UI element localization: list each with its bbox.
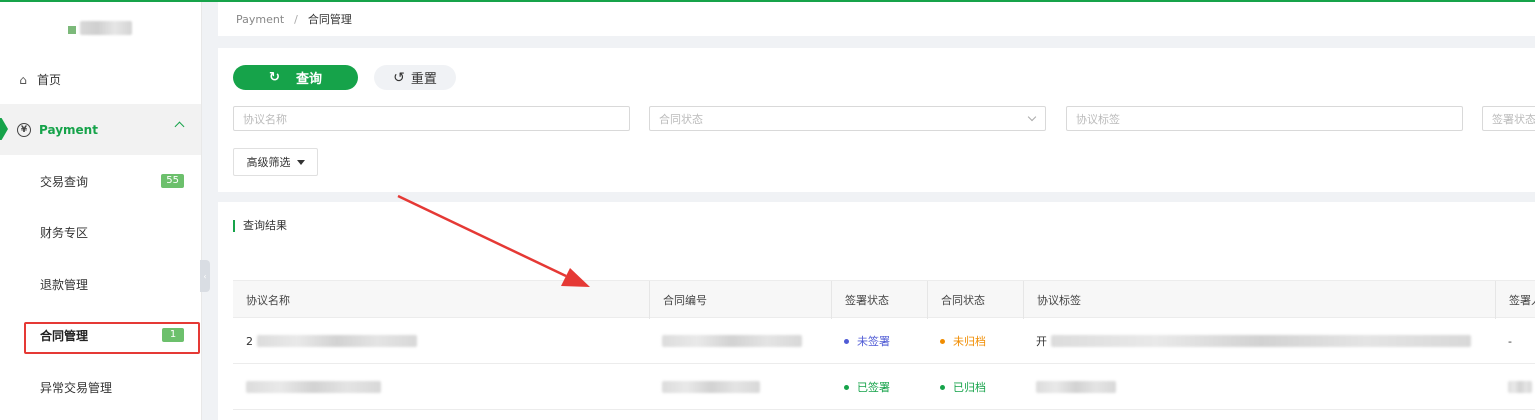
redacted-text xyxy=(662,381,760,393)
status-text: 未签署 xyxy=(857,335,890,348)
caret-down-icon xyxy=(296,159,305,165)
sidebar-item-label: 财务专区 xyxy=(40,226,89,240)
agreement-name-input[interactable]: 协议名称 xyxy=(233,106,630,131)
placeholder: 协议标签 xyxy=(1076,112,1120,126)
app-logo xyxy=(68,19,132,37)
cell-text: 2 xyxy=(246,334,253,348)
sidebar-collapse-handle[interactable]: ‹ xyxy=(200,260,210,292)
cell-contract-number xyxy=(649,318,831,364)
cell-sign-status: 已签署 xyxy=(831,364,927,410)
table-header: 协议名称 合同编号 签署状态 合同状态 协议标签 签署人 xyxy=(233,280,1535,319)
count-badge: 55 xyxy=(161,174,184,188)
column-header[interactable]: 协议标签 xyxy=(1023,281,1495,319)
column-header[interactable]: 签署人 xyxy=(1495,281,1535,319)
sidebar-item-label: 合同管理 xyxy=(40,329,89,343)
column-header[interactable]: 协议名称 xyxy=(233,281,649,319)
cell-agreement-tag: 开 xyxy=(1023,318,1495,364)
cell-contract-status: 已归档 xyxy=(927,364,1023,410)
cell-agreement-name: 2 xyxy=(233,318,649,364)
sidebar-item-abnormal-transactions[interactable]: 异常交易管理 xyxy=(0,362,201,413)
cell-agreement-name xyxy=(233,364,649,410)
redacted-text xyxy=(257,335,417,347)
table-row[interactable]: 已签署 已归档 xyxy=(233,364,1535,410)
results-table: 协议名称 合同编号 签署状态 合同状态 协议标签 签署人 2 未签署 未归档 xyxy=(233,280,1535,410)
breadcrumb: Payment / 合同管理 xyxy=(218,2,1535,36)
results-panel: 查询结果 协议名称 合同编号 签署状态 合同状态 协议标签 签署人 2 未签署 xyxy=(218,202,1535,420)
sidebar-item-label: 首页 xyxy=(37,73,62,87)
search-button[interactable]: ↻ 查询 xyxy=(233,65,358,90)
status-dot xyxy=(940,338,945,344)
search-button-label: 查询 xyxy=(295,72,322,87)
active-group-marker xyxy=(0,118,8,140)
redacted-text xyxy=(246,381,381,393)
redacted-text xyxy=(1036,381,1116,393)
chevron-up-icon[interactable] xyxy=(174,121,185,132)
search-refresh-icon: ↻ xyxy=(269,70,280,85)
sidebar-item-home[interactable]: ⌂ 首页 xyxy=(0,54,201,105)
breadcrumb-parent[interactable]: Payment xyxy=(236,13,284,26)
placeholder: 合同状态 xyxy=(659,112,703,126)
cell-contract-number xyxy=(649,364,831,410)
sign-status-select[interactable]: 签署状态 xyxy=(1482,106,1535,131)
status-text: 已签署 xyxy=(857,381,890,394)
query-panel: ↻ 查询 ↺ 重置 协议名称 合同状态 协议标签 签署状态 高级筛选 xyxy=(218,48,1535,192)
cell-signer: - xyxy=(1495,318,1535,364)
status-dot xyxy=(940,384,945,390)
reset-button-label: 重置 xyxy=(410,72,437,87)
cell-text: 开 xyxy=(1036,335,1047,348)
sidebar-item-transactions[interactable]: 交易查询 55 xyxy=(0,156,201,207)
redacted-text xyxy=(662,335,802,347)
column-header[interactable]: 签署状态 xyxy=(831,281,927,319)
reset-button[interactable]: ↺ 重置 xyxy=(374,65,456,90)
status-text: 已归档 xyxy=(953,381,986,394)
table-row[interactable]: 2 未签署 未归档 开 - xyxy=(233,318,1535,364)
agreement-tag-input[interactable]: 协议标签 xyxy=(1066,106,1463,131)
breadcrumb-separator: / xyxy=(294,12,298,26)
sidebar-item-contracts[interactable]: 合同管理 1 xyxy=(0,310,201,361)
reset-icon: ↺ xyxy=(393,69,405,86)
results-title: 查询结果 xyxy=(233,220,287,232)
yen-icon: ¥ xyxy=(17,122,31,137)
status-dot xyxy=(844,384,849,390)
placeholder: 协议名称 xyxy=(243,112,287,126)
sidebar-item-label: 交易查询 xyxy=(40,175,89,189)
sidebar-item-finance[interactable]: 财务专区 xyxy=(0,207,201,258)
status-text: 未归档 xyxy=(953,335,986,348)
column-header[interactable]: 合同编号 xyxy=(649,281,831,319)
redacted-text xyxy=(1051,335,1471,347)
advanced-filter-label: 高级筛选 xyxy=(246,156,291,169)
cell-text: - xyxy=(1508,334,1512,348)
cell-sign-status: 未签署 xyxy=(831,318,927,364)
cell-agreement-tag xyxy=(1023,364,1495,410)
status-dot xyxy=(844,338,849,344)
count-badge: 1 xyxy=(162,328,184,342)
contract-status-select[interactable]: 合同状态 xyxy=(649,106,1046,131)
home-icon: ⌂ xyxy=(19,72,27,87)
cell-signer xyxy=(1495,364,1535,410)
chevron-down-icon xyxy=(1027,112,1037,122)
sidebar-item-label: 退款管理 xyxy=(40,278,89,292)
column-header[interactable]: 合同状态 xyxy=(927,281,1023,319)
sidebar-item-label: 异常交易管理 xyxy=(40,381,113,395)
sidebar: ⌂ 首页 ¥ Payment 交易查询 55 财务专区 退款管理 合同管理 1 … xyxy=(0,2,202,420)
sidebar-item-refunds[interactable]: 退款管理 xyxy=(0,259,201,310)
sidebar-group-payment[interactable]: ¥ Payment xyxy=(0,104,201,155)
sidebar-group-label: Payment xyxy=(39,122,98,137)
redacted-text xyxy=(1508,381,1532,393)
breadcrumb-current: 合同管理 xyxy=(307,13,352,26)
placeholder: 签署状态 xyxy=(1492,112,1535,126)
cell-contract-status: 未归档 xyxy=(927,318,1023,364)
advanced-filter-button[interactable]: 高级筛选 xyxy=(233,148,318,176)
